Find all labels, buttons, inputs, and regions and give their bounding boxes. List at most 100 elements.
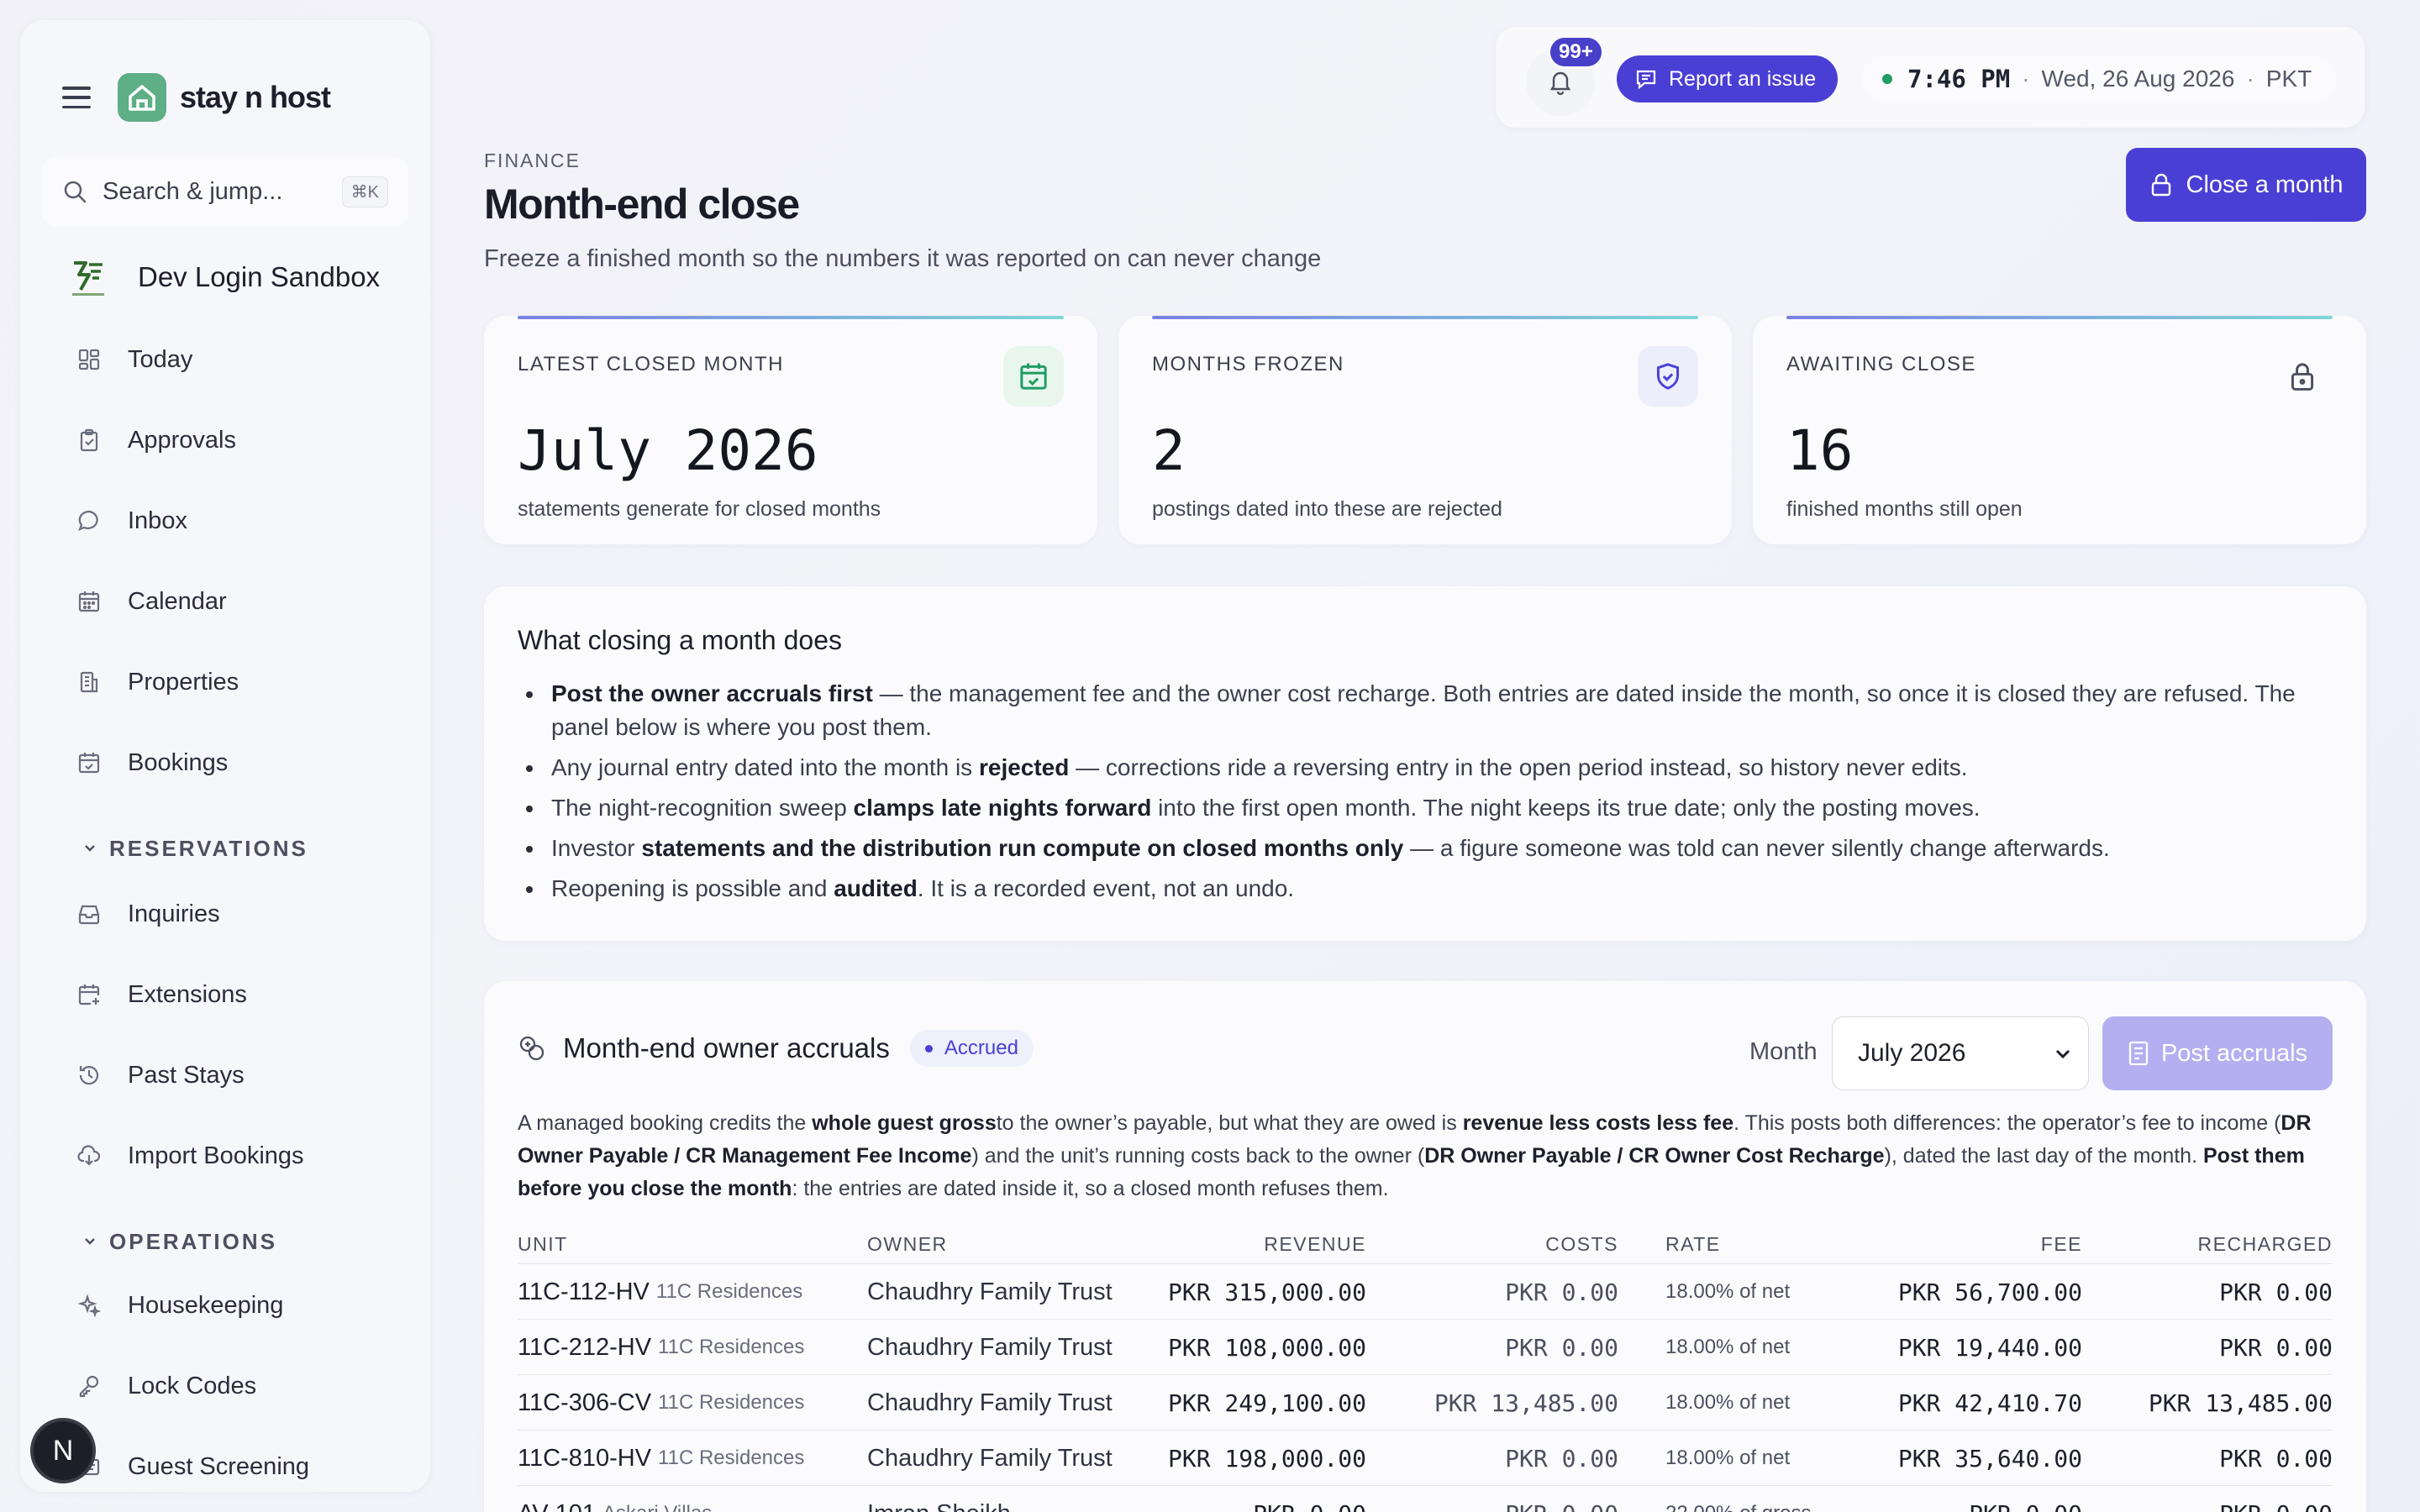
emphasis-text: revenue less costs less fee	[1462, 1111, 1734, 1135]
column-header-owner[interactable]: OWNER	[867, 1233, 948, 1256]
cell-fee: PKR 42,410.70	[1897, 1389, 2082, 1417]
notification-count-badge: 99+	[1548, 35, 1604, 69]
sidebar-item-properties[interactable]: Properties	[76, 657, 239, 707]
separator: ·	[2246, 66, 2254, 92]
body-text: to the owner’s payable, but what they ar…	[996, 1111, 1463, 1135]
cell-rate: 18.00% of net	[1665, 1336, 1791, 1358]
emphasis-text: Post the owner accruals first	[551, 680, 873, 706]
body-text: . It is a recorded event, not an undo.	[917, 875, 1295, 901]
sidebar-item-label: Approvals	[128, 426, 236, 454]
sidebar-item-label: Housekeeping	[128, 1291, 284, 1319]
close-month-label: Close a month	[2186, 171, 2344, 198]
report-issue-button[interactable]: Report an issue	[1617, 55, 1839, 102]
cell-costs: PKR 0.00	[1505, 1333, 1618, 1362]
lock-icon	[2151, 173, 2170, 197]
post-accruals-button[interactable]: Post accruals	[2102, 1016, 2333, 1090]
cell-rate: 22.00% of gross	[1665, 1486, 1811, 1512]
dashboard-icon	[76, 346, 103, 373]
online-status-dot	[1882, 74, 1892, 84]
section-operations[interactable]: OPERATIONS	[82, 1225, 277, 1258]
cell-recharged: PKR 0.00	[2219, 1278, 2333, 1306]
sidebar-item-label: Extensions	[128, 980, 247, 1008]
table-row[interactable]: 11C-810-HV 11C Residences Chaudhry Family …	[518, 1430, 2333, 1485]
stat-label: LATEST CLOSED MONTH	[518, 353, 784, 375]
column-header-recharged[interactable]: RECHARGED	[2198, 1233, 2333, 1256]
sidebar-item-label: Properties	[128, 668, 239, 696]
search-input[interactable]: Search & jump... ⌘K	[42, 156, 408, 227]
accruals-table-body: 11C-112-HV 11C Residences Chaudhry Family …	[518, 1263, 2333, 1512]
stat-card-latest-closed: LATEST CLOSED MONTH July 2026 statements…	[484, 316, 1097, 544]
cell-fee: PKR 19,440.00	[1897, 1333, 2082, 1362]
sidebar-item-label: Calendar	[128, 587, 227, 615]
table-row[interactable]: AV-101 Askari Villas Imran Sheikh PKR 0.00 P…	[518, 1485, 2333, 1512]
column-header-unit[interactable]: UNIT	[518, 1233, 568, 1256]
sidebar-item-inquiries[interactable]: Inquiries	[76, 889, 220, 939]
body-text: A managed booking credits the	[518, 1111, 813, 1135]
sidebar-item-import-bookings[interactable]: Import Bookings	[76, 1131, 304, 1181]
sidebar-header: stay n host	[62, 54, 331, 141]
document-icon	[2128, 1041, 2149, 1066]
history-icon	[76, 1062, 103, 1089]
column-header-costs[interactable]: COSTS	[1545, 1233, 1618, 1256]
cell-unit: 11C-810-HV 11C Residences	[518, 1431, 804, 1486]
body-text: — corrections ride a reversing entry in …	[1069, 754, 1968, 780]
sidebar-item-label: Guest Screening	[128, 1452, 310, 1480]
emphasis-text: audited	[834, 875, 918, 901]
sidebar-item-past-stays[interactable]: Past Stays	[76, 1050, 245, 1100]
sidebar-item-housekeeping[interactable]: Housekeeping	[76, 1280, 283, 1331]
card-accent-bar	[1786, 316, 2333, 319]
search-icon	[64, 181, 87, 203]
workspace-switcher[interactable]: Dev Login Sandbox	[67, 249, 380, 306]
column-header-revenue[interactable]: REVENUE	[1264, 1233, 1366, 1256]
section-label: OPERATIONS	[109, 1228, 277, 1254]
cell-recharged: PKR 0.00	[2219, 1333, 2333, 1362]
separator: ·	[2022, 66, 2030, 92]
workspace-name: Dev Login Sandbox	[138, 261, 381, 292]
month-label: Month	[1749, 1038, 1818, 1065]
sidebar-item-label: Inbox	[128, 507, 187, 534]
unit-code: AV-101	[518, 1500, 596, 1512]
chevron-down-icon	[2055, 1049, 2070, 1059]
month-select-value: July 2026	[1858, 1039, 1966, 1067]
user-avatar[interactable]: N	[30, 1418, 96, 1483]
month-select[interactable]: July 2026	[1832, 1016, 2089, 1090]
sidebar-item-inbox[interactable]: Inbox	[76, 496, 187, 546]
unit-building: 11C Residences	[655, 1280, 803, 1303]
sidebar-item-today[interactable]: Today	[76, 334, 192, 385]
sidebar-item-extensions[interactable]: Extensions	[76, 969, 247, 1020]
sidebar-item-label: Inquiries	[128, 900, 220, 927]
card-accent-bar	[1152, 316, 1698, 319]
body-text: ) and the unit’s running costs back to t…	[971, 1144, 1425, 1168]
cell-owner: Chaudhry Family Trust	[867, 1333, 1113, 1361]
cell-unit: AV-101 Askari Villas	[518, 1486, 712, 1512]
table-row[interactable]: 11C-212-HV 11C Residences Chaudhry Family …	[518, 1319, 2333, 1374]
owner-accruals-card: Month-end owner accruals Accrued Month J…	[484, 981, 2366, 1512]
accruals-title: Month-end owner accruals	[563, 1032, 890, 1063]
emphasis-text: statements and the distribution run comp…	[641, 835, 1404, 861]
cell-costs: PKR 0.00	[1505, 1444, 1618, 1473]
cell-costs: PKR 0.00	[1505, 1278, 1618, 1306]
table-row[interactable]: 11C-112-HV 11C Residences Chaudhry Family …	[518, 1263, 2333, 1319]
sidebar-item-guest-screening[interactable]: Guest Screening	[76, 1441, 309, 1492]
clipboard-check-icon	[76, 427, 103, 454]
card-accent-bar	[518, 316, 1064, 319]
building-icon	[76, 669, 103, 696]
sidebar-item-bookings[interactable]: Bookings	[76, 738, 228, 788]
close-month-button[interactable]: Close a month	[2126, 148, 2366, 222]
status-label: Accrued	[944, 1037, 1018, 1059]
section-reservations[interactable]: RESERVATIONS	[82, 832, 308, 865]
section-label: RESERVATIONS	[109, 835, 308, 861]
sidebar-item-approvals[interactable]: Approvals	[76, 415, 236, 465]
explainer-title: What closing a month does	[518, 625, 842, 655]
menu-icon[interactable]	[62, 87, 91, 108]
list-item: Investor statements and the distribution…	[518, 832, 2333, 865]
stat-value: 2	[1152, 418, 1186, 483]
unit-building: 11C Residences	[658, 1446, 805, 1469]
column-header-fee[interactable]: FEE	[2041, 1233, 2082, 1256]
column-header-rate[interactable]: RATE	[1665, 1233, 1721, 1256]
sidebar-item-calendar[interactable]: Calendar	[76, 576, 227, 627]
cell-owner: Imran Sheikh	[867, 1486, 1011, 1512]
table-row[interactable]: 11C-306-CV 11C Residences Chaudhry Family …	[518, 1374, 2333, 1430]
cell-rate: 18.00% of net	[1665, 1446, 1791, 1469]
sidebar-item-lock-codes[interactable]: Lock Codes	[76, 1361, 256, 1411]
